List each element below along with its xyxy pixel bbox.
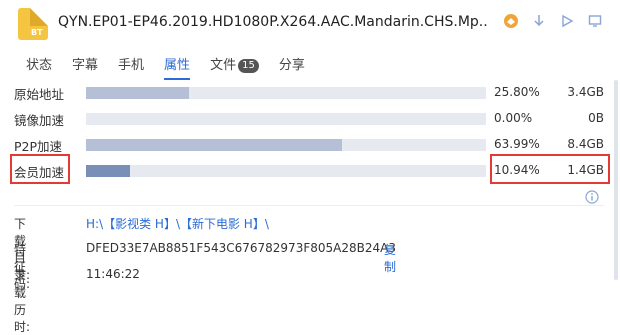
tab-label: 属性 [164,58,191,73]
progress-fill [86,87,190,99]
window-header: BT QYN.EP01-EP46.2019.HD1080P.X264.AAC.M… [0,0,620,50]
highlight-box-value [490,154,610,184]
tab-status[interactable]: 状态 [16,56,62,80]
highlight-box-label [10,154,70,184]
section-divider [14,205,604,206]
vip-speed-icon[interactable] [502,12,520,30]
tab-subtitles[interactable]: 字幕 [62,56,108,80]
source-label: 镜像加速 [14,113,65,128]
source-size: 8.4GB [567,137,604,151]
file-title: QYN.EP01-EP46.2019.HD1080P.X264.AAC.Mand… [58,14,488,30]
hash-value: DFED33E7AB8851F543C676782973F805A28B24A3 [86,241,396,255]
bt-file-icon: BT [18,8,48,40]
source-percent: 63.99% [494,137,540,151]
progress-track [86,113,486,125]
source-label: P2P加速 [14,139,63,154]
tab-files[interactable]: 文件 15 [200,56,269,80]
tab-share[interactable]: 分享 [269,56,315,80]
source-percent: 0.00% [494,111,533,125]
tab-label: 状态 [26,58,53,73]
tab-properties[interactable]: 属性 [154,56,200,80]
speed-sources: 原始地址 25.80% 3.4GB 镜像加速 0.00% 0B P2P加速 63… [10,80,610,184]
copy-hash-button[interactable]: 复制 [384,241,396,275]
download-icon[interactable] [530,12,548,30]
tab-label: 文件 [210,58,237,73]
files-count-badge: 15 [238,59,259,73]
screen-icon[interactable] [586,12,604,30]
progress-track [86,165,486,177]
source-size: 0B [588,111,604,125]
elapsed-label: 下载历时: [14,269,31,334]
progress-fill [86,139,342,151]
scrollbar[interactable] [614,80,618,280]
source-size: 3.4GB [567,85,604,99]
source-percent: 25.80% [494,85,540,99]
tab-label: 字幕 [72,58,99,73]
source-row-mirror: 镜像加速 0.00% 0B [14,106,604,132]
play-icon[interactable] [558,12,576,30]
progress-track [86,139,486,151]
download-dir-link[interactable]: H:\【影视类 H】\【新下电影 H】\ [86,215,269,232]
tab-bar: 状态 字幕 手机 属性 文件 15 分享 [16,56,315,80]
source-label: 原始地址 [14,87,65,102]
tab-label: 分享 [278,58,305,73]
elapsed-value: 11:46:22 [86,267,140,281]
progress-fill [86,165,130,177]
progress-track [86,87,486,99]
file-ext-label: BT [31,28,43,37]
info-icon[interactable] [585,189,601,205]
tab-label: 手机 [118,58,145,73]
source-row-origin: 原始地址 25.80% 3.4GB [14,80,604,106]
header-actions [502,12,604,30]
tab-mobile[interactable]: 手机 [108,56,154,80]
